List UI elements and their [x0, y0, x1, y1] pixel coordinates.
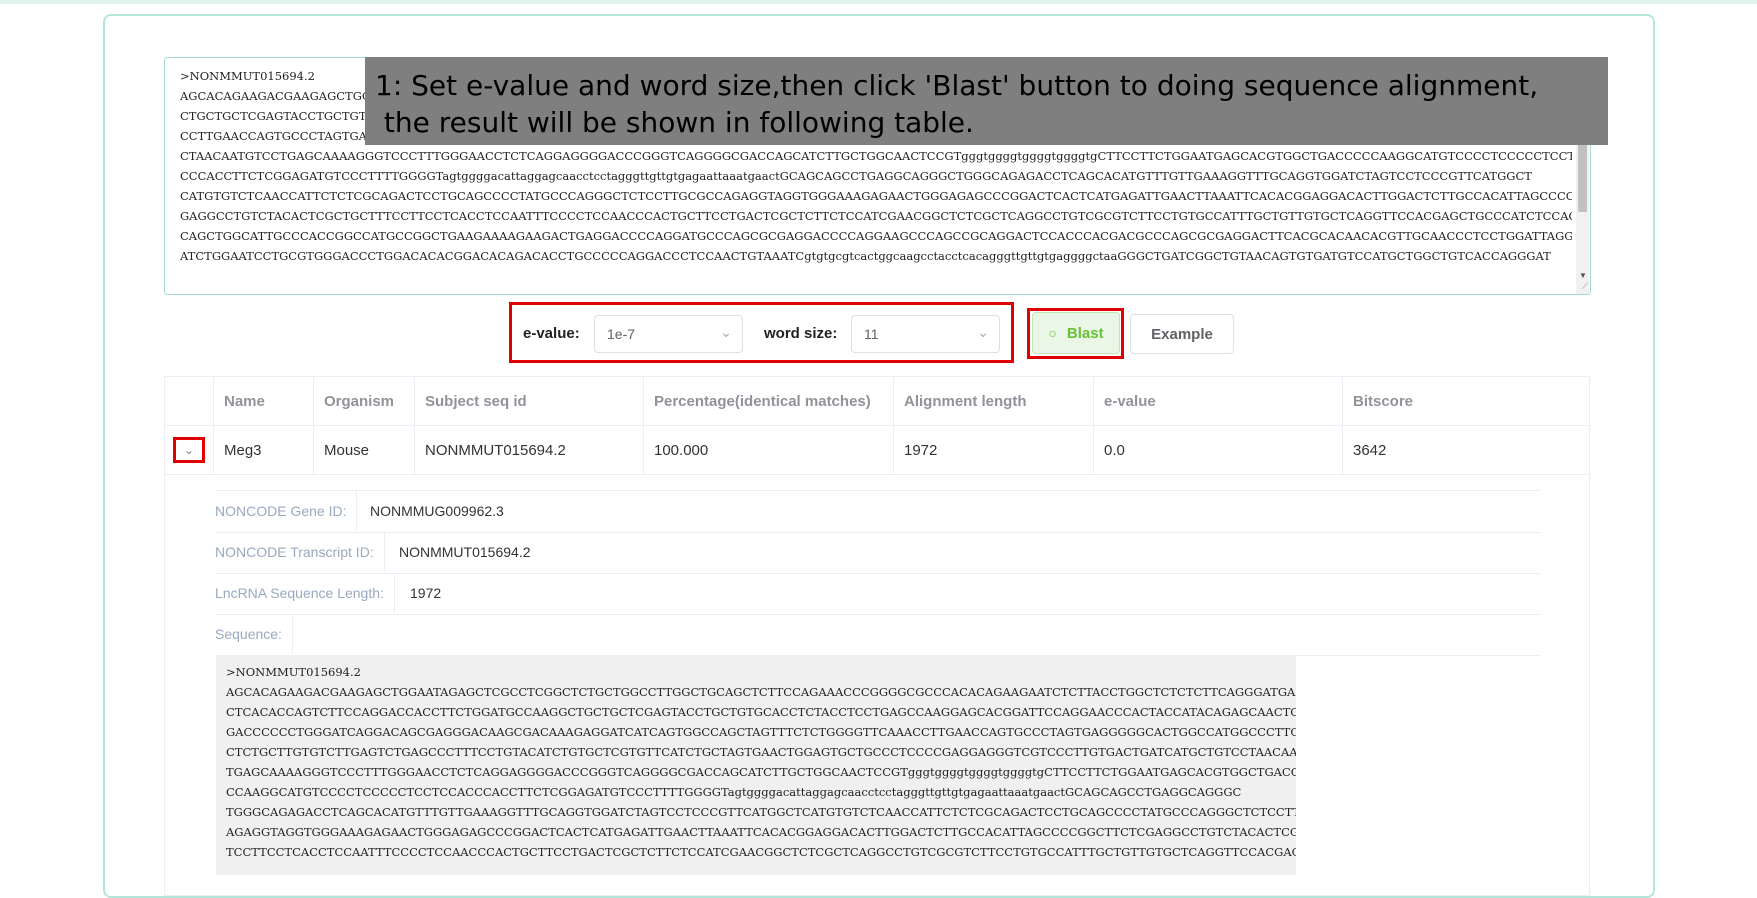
- search-icon: ○: [1048, 325, 1057, 341]
- wordsize-label: word size:: [764, 325, 838, 342]
- wordsize-select[interactable]: 11 ⌄: [851, 315, 1000, 353]
- example-label: Example: [1151, 325, 1213, 343]
- evalue-select[interactable]: 1e-7 ⌄: [594, 315, 743, 353]
- column-header: Organism: [314, 377, 415, 425]
- name-cell: Meg3: [214, 426, 314, 474]
- chevron-down-icon: ⌄: [720, 324, 732, 340]
- gene-id-value: NONMMUG009962.3: [370, 503, 504, 519]
- column-header: Percentage(identical matches): [644, 377, 894, 425]
- example-button[interactable]: Example: [1130, 314, 1234, 354]
- evalue-cell: 0.0: [1094, 426, 1343, 474]
- transcript-id-label: NONCODE Transcript ID:: [215, 532, 385, 572]
- column-header: Name: [214, 377, 314, 425]
- blast-label: Blast: [1066, 324, 1104, 342]
- expand-cell: ⌄: [165, 426, 214, 474]
- evalue-label: e-value:: [523, 325, 580, 342]
- sequence-row: Sequence:: [215, 614, 1540, 656]
- sequence-label: Sequence:: [215, 614, 293, 654]
- subject-id-cell: NONMMUT015694.2: [415, 426, 644, 474]
- percentage-cell: 100.000: [644, 426, 894, 474]
- evalue-value: 1e-7: [607, 326, 636, 342]
- top-bar: [0, 0, 1757, 4]
- instruction-tooltip: 1: Set e-value and word size,then click …: [365, 57, 1608, 145]
- scroll-down-icon[interactable]: ▼: [1579, 271, 1587, 280]
- wordsize-value: 11: [864, 326, 879, 342]
- result-sequence-block: >NONMMUT015694.2 AGCACAGAAGACGAAGAGCTGGA…: [216, 655, 1296, 875]
- table-row[interactable]: ⌄ Meg3 Mouse NONMMUT015694.2 100.000 197…: [165, 426, 1589, 475]
- organism-cell: Mouse: [314, 426, 415, 474]
- transcript-id-row: NONCODE Transcript ID: NONMMUT015694.2: [215, 532, 1540, 574]
- gene-id-label: NONCODE Gene ID:: [215, 491, 358, 531]
- column-header: Subject seq id: [415, 377, 644, 425]
- alignment-length-cell: 1972: [894, 426, 1094, 474]
- length-value: 1972: [410, 585, 442, 601]
- table-header-row: Name Organism Subject seq id Percentage(…: [165, 377, 1589, 426]
- column-header: e-value: [1094, 377, 1343, 425]
- length-row: LncRNA Sequence Length: 1972: [215, 573, 1540, 615]
- blast-button[interactable]: ○ Blast: [1032, 312, 1120, 354]
- column-header: Alignment length: [894, 377, 1094, 425]
- length-label: LncRNA Sequence Length:: [215, 573, 395, 613]
- expand-column-header: [165, 377, 214, 425]
- bitscore-cell: 3642: [1353, 441, 1387, 459]
- transcript-id-value: NONMMUT015694.2: [399, 544, 531, 560]
- gene-id-row: NONCODE Gene ID: NONMMUG009962.3: [215, 490, 1540, 533]
- column-header: Bitscore: [1353, 392, 1414, 410]
- resize-grip-icon[interactable]: ⟋: [1582, 281, 1588, 292]
- expand-chevron-icon[interactable]: ⌄: [173, 437, 205, 463]
- chevron-down-icon: ⌄: [977, 324, 989, 340]
